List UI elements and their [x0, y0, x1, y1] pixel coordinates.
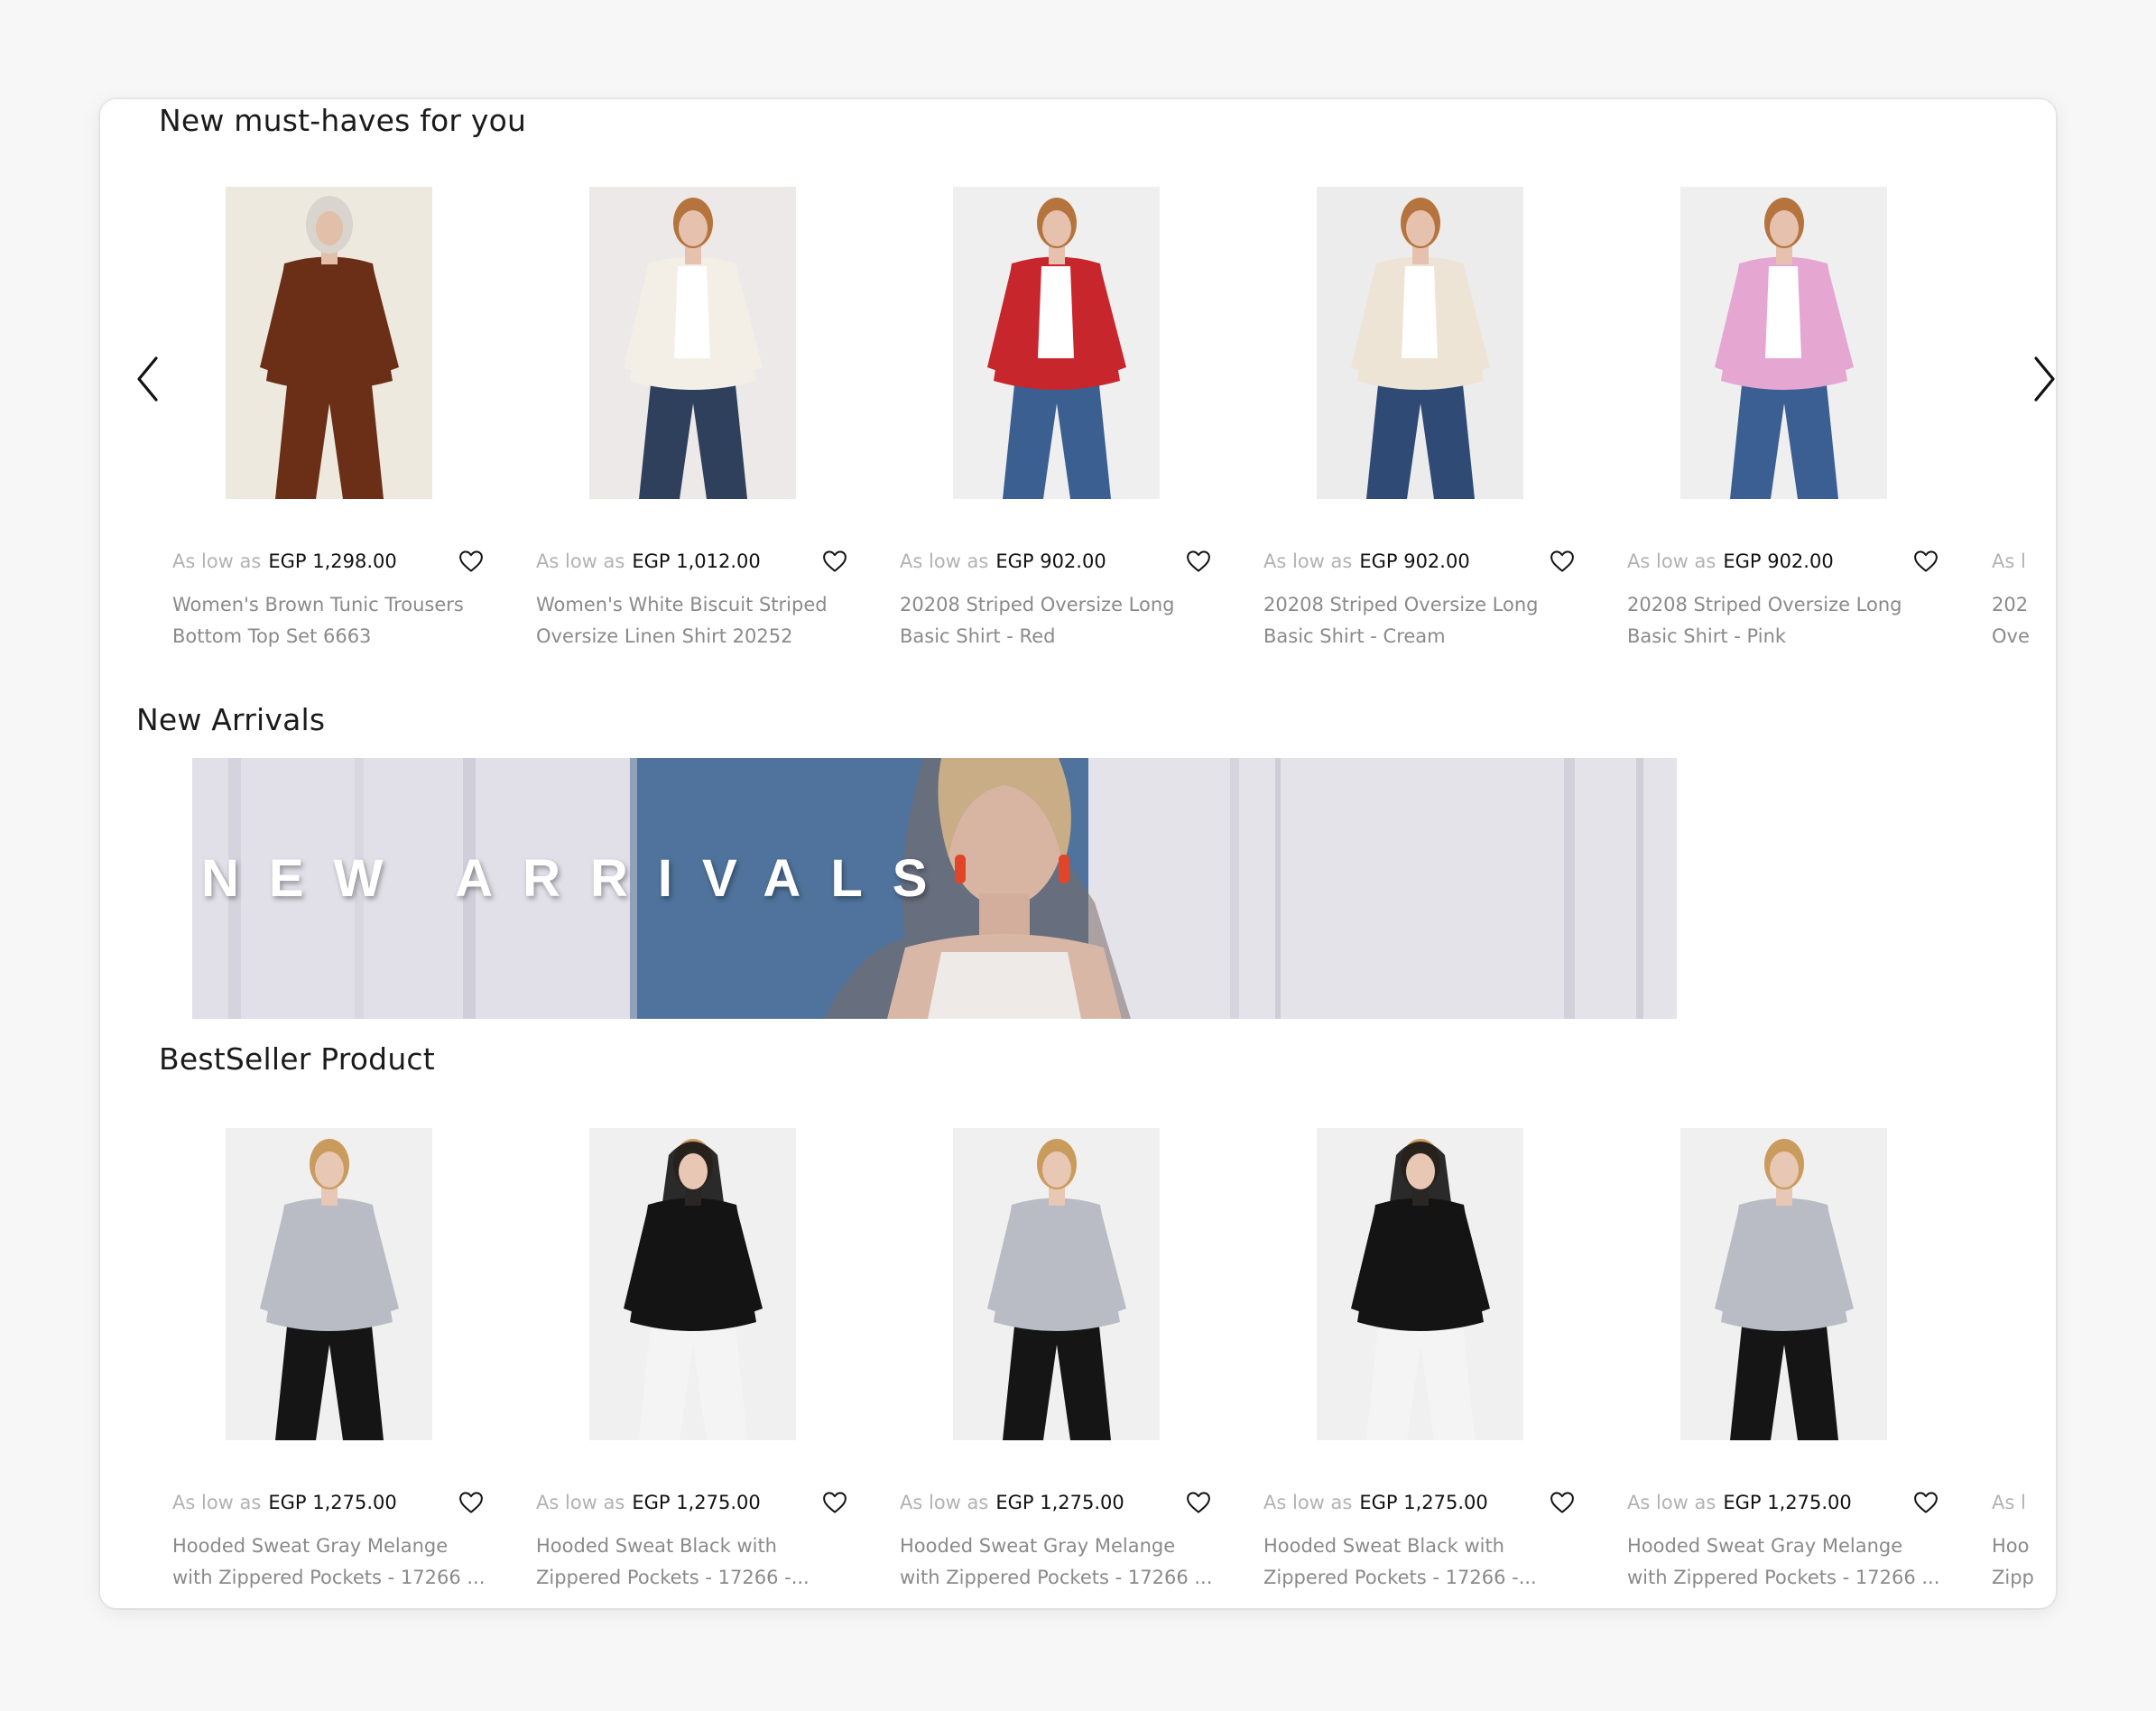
- heart-icon: [1914, 1492, 1938, 1513]
- product-image[interactable]: [226, 187, 432, 499]
- wishlist-button[interactable]: [1549, 1489, 1576, 1516]
- product-card-partial[interactable]: As l Hoo Zipp: [1992, 1489, 2055, 1594]
- product-name-line: 202: [1992, 594, 2029, 615]
- wishlist-button[interactable]: [821, 1489, 848, 1516]
- new-arrivals-banner[interactable]: NEW ARRIVALS: [192, 758, 1677, 1019]
- price-prefix: As low as: [1627, 550, 1716, 572]
- wishlist-button[interactable]: [1185, 548, 1212, 575]
- heart-icon: [459, 1492, 483, 1513]
- product-name-line: Ove: [1992, 625, 2030, 647]
- heart-icon: [1187, 1492, 1210, 1513]
- price-line: As low as EGP 1,298.00: [172, 548, 497, 575]
- product-name[interactable]: Hooded Sweat Gray Melange with Zippered …: [1627, 1531, 1952, 1594]
- banner-headline: NEW ARRIVALS: [201, 849, 958, 908]
- heart-icon: [459, 550, 483, 572]
- product-image[interactable]: [953, 1128, 1160, 1440]
- product-name[interactable]: Women's White Biscuit Striped Oversize L…: [536, 589, 861, 652]
- price-prefix: As low as: [172, 550, 262, 572]
- product-price: EGP 902.00: [1359, 550, 1470, 572]
- section-title-must-haves: New must-haves for you: [159, 103, 527, 138]
- product-image-illustration: [1317, 187, 1523, 499]
- product-name[interactable]: 20208 Striped Oversize Long Basic Shirt …: [900, 589, 1225, 652]
- heart-icon: [1550, 1492, 1574, 1513]
- product-name[interactable]: Hooded Sweat Black with Zippered Pockets…: [536, 1531, 861, 1594]
- section-title-new-arrivals: New Arrivals: [136, 702, 326, 737]
- product-image[interactable]: [1680, 1128, 1887, 1440]
- heart-icon: [823, 550, 847, 572]
- product-price: EGP 1,275.00: [632, 1492, 761, 1513]
- price-prefix: As low as: [536, 1492, 625, 1513]
- home-content-card: New must-haves for you As low as EGP 1,29…: [100, 99, 2056, 1608]
- product-image[interactable]: [953, 187, 1160, 499]
- product-price: EGP 902.00: [1723, 550, 1834, 572]
- product-price: EGP 1,275.00: [995, 1492, 1124, 1513]
- wishlist-button[interactable]: [1549, 548, 1576, 575]
- product-image[interactable]: [1680, 187, 1887, 499]
- product-price: EGP 1,298.00: [268, 550, 397, 572]
- price-prefix: As low as: [1263, 550, 1353, 572]
- price-line: As low as EGP 902.00: [1263, 548, 1588, 575]
- product-price: EGP 1,275.00: [1359, 1492, 1488, 1513]
- product-image-illustration: [953, 187, 1160, 499]
- chevron-left-icon: [137, 356, 158, 402]
- product-image[interactable]: [589, 1128, 796, 1440]
- product-name[interactable]: Women's Brown Tunic Trousers Bottom Top …: [172, 589, 497, 652]
- heart-icon: [1914, 550, 1938, 572]
- product-name-line: Hoo: [1992, 1535, 2030, 1557]
- wishlist-button[interactable]: [1185, 1489, 1212, 1516]
- product-name[interactable]: 20208 Striped Oversize Long Basic Shirt …: [1627, 589, 1952, 652]
- product-image[interactable]: [1317, 187, 1523, 499]
- product-card-partial[interactable]: As l 202 Ove: [1992, 548, 2055, 652]
- product-image-illustration: [1680, 187, 1887, 499]
- price-prefix: As low as: [900, 1492, 989, 1513]
- wishlist-button[interactable]: [821, 548, 848, 575]
- heart-icon: [1550, 550, 1574, 572]
- product-image[interactable]: [1317, 1128, 1523, 1440]
- product-price: EGP 902.00: [995, 550, 1106, 572]
- product-name[interactable]: Hooded Sweat Gray Melange with Zippered …: [900, 1531, 1225, 1594]
- heart-icon: [823, 1492, 847, 1513]
- heart-icon: [1187, 550, 1210, 572]
- price-prefix: As low as: [536, 550, 625, 572]
- section-title-bestseller: BestSeller Product: [159, 1041, 435, 1077]
- price-prefix: As low as: [1627, 1492, 1716, 1513]
- product-name-line: Zipp: [1992, 1567, 2034, 1588]
- price-prefix: As l: [1992, 1492, 2026, 1513]
- product-price: EGP 1,275.00: [268, 1492, 397, 1513]
- price-line: As low as EGP 1,012.00: [536, 548, 861, 575]
- price-prefix: As low as: [900, 550, 989, 572]
- carousel-prev-button[interactable]: [130, 352, 166, 406]
- product-image-illustration: [1317, 1128, 1523, 1440]
- product-price: EGP 1,275.00: [1723, 1492, 1852, 1513]
- price-line: As low as EGP 1,275.00: [172, 1489, 497, 1516]
- wishlist-button[interactable]: [1912, 1489, 1939, 1516]
- price-line: As low as EGP 902.00: [1627, 548, 1952, 575]
- price-line: As low as EGP 1,275.00: [536, 1489, 861, 1516]
- product-image[interactable]: [589, 187, 796, 499]
- product-price: EGP 1,012.00: [632, 550, 761, 572]
- price-line: As low as EGP 1,275.00: [1263, 1489, 1588, 1516]
- product-image-illustration: [226, 187, 432, 499]
- wishlist-button[interactable]: [1912, 548, 1939, 575]
- price-prefix: As l: [1992, 550, 2026, 572]
- product-image-illustration: [226, 1128, 432, 1440]
- price-prefix: As low as: [1263, 1492, 1353, 1513]
- wishlist-button[interactable]: [458, 548, 485, 575]
- product-image-illustration: [589, 187, 796, 499]
- product-name[interactable]: Hooded Sweat Black with Zippered Pockets…: [1263, 1531, 1588, 1594]
- product-image-illustration: [589, 1128, 796, 1440]
- product-image-illustration: [1680, 1128, 1887, 1440]
- price-line: As low as EGP 902.00: [900, 548, 1225, 575]
- price-prefix: As low as: [172, 1492, 262, 1513]
- price-line: As low as EGP 1,275.00: [900, 1489, 1225, 1516]
- product-name[interactable]: Hooded Sweat Gray Melange with Zippered …: [172, 1531, 497, 1594]
- wishlist-button[interactable]: [458, 1489, 485, 1516]
- carousel-next-button[interactable]: [2026, 352, 2056, 406]
- product-image-illustration: [953, 1128, 1160, 1440]
- product-image[interactable]: [226, 1128, 432, 1440]
- chevron-right-icon: [2034, 356, 2055, 402]
- product-name[interactable]: 20208 Striped Oversize Long Basic Shirt …: [1263, 589, 1588, 652]
- price-line: As low as EGP 1,275.00: [1627, 1489, 1952, 1516]
